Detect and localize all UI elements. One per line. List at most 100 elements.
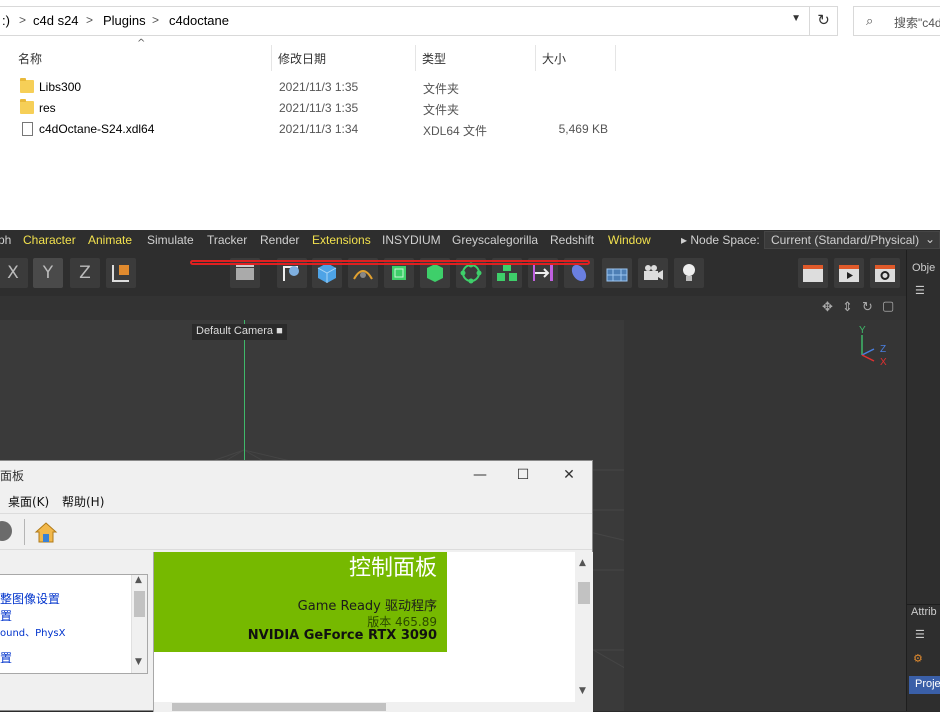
move-view-icon[interactable]: ✥ — [822, 300, 833, 315]
file-icon — [22, 122, 33, 136]
maximize-button[interactable]: ☐ — [503, 463, 543, 487]
column-header-name[interactable]: 名称 — [13, 45, 272, 71]
project-item[interactable]: Proje — [909, 676, 940, 694]
scrollbar-thumb[interactable] — [172, 703, 386, 711]
right-panel: Obje ☰ Attrib ☰ ⚙ Proje — [906, 250, 940, 711]
maximize-view-icon[interactable]: ▢ — [882, 299, 894, 314]
menu-window[interactable]: Window — [608, 233, 651, 247]
floor-button[interactable] — [602, 258, 632, 288]
breadcrumb-root[interactable]: :) — [2, 13, 10, 28]
breadcrumb-c4doctane[interactable]: c4doctane — [169, 13, 229, 28]
viewport-header: ✥ ⇕ ↻ ▢ — [0, 296, 906, 320]
y-axis-lock-button[interactable]: Y — [33, 258, 63, 288]
tree-item-physx[interactable]: ound、PhysX — [0, 624, 66, 639]
breadcrumb-c4d-s24[interactable]: c4d s24 — [33, 13, 79, 28]
file-name: c4dOctane-S24.xdl64 — [39, 122, 155, 136]
camera-icon: ■ — [276, 325, 283, 337]
home-icon[interactable] — [33, 520, 59, 544]
menu-character[interactable]: Character — [23, 233, 76, 247]
menu-tracker[interactable]: Tracker — [207, 233, 247, 247]
close-button[interactable]: ✕ — [549, 463, 589, 487]
breadcrumb-plugins[interactable]: Plugins — [103, 13, 146, 28]
coordinate-system-button[interactable] — [106, 258, 136, 288]
viewport-panel-shade — [624, 320, 906, 711]
file-row[interactable]: Libs300 2021/11/3 1:35 文件夹 — [0, 77, 640, 98]
light-button[interactable] — [674, 258, 704, 288]
hamburger-icon[interactable]: ☰ — [915, 628, 925, 641]
menu-desktop[interactable]: 桌面(K) — [8, 493, 49, 510]
scroll-down-icon[interactable]: ▼ — [579, 686, 586, 696]
x-axis-lock-button[interactable]: X — [0, 258, 28, 288]
nvidia-toolbar — [0, 513, 592, 550]
menu-greyscalegorilla[interactable]: Greyscalegorilla — [452, 233, 538, 247]
breadcrumb-separator: > — [152, 13, 160, 27]
column-header-type[interactable]: 类型 — [417, 45, 536, 71]
refresh-icon[interactable]: ↻ — [809, 7, 837, 35]
axis-label-x: X — [880, 357, 887, 368]
scroll-up-icon[interactable]: ▲ — [135, 575, 142, 585]
scroll-down-icon[interactable]: ▼ — [135, 657, 142, 667]
hamburger-icon[interactable]: ☰ — [915, 284, 925, 297]
attributes-tab[interactable]: Attrib — [911, 606, 937, 618]
breadcrumb-separator: > — [86, 13, 94, 27]
rotate-view-icon[interactable]: ↻ — [862, 300, 873, 315]
file-type: 文件夹 — [423, 103, 460, 117]
driver-label: Game Ready 驱动程序 — [297, 599, 437, 614]
menu-render[interactable]: Render — [260, 233, 299, 247]
clapper-icon — [803, 265, 823, 282]
panel-divider — [907, 604, 940, 605]
objects-tab[interactable]: Obje — [912, 262, 935, 274]
menu-help[interactable]: 帮助(H) — [62, 493, 104, 510]
scale-view-icon[interactable]: ⇕ — [842, 300, 853, 315]
file-name: res — [39, 101, 56, 115]
toolbar-separator — [24, 519, 25, 545]
camera-button[interactable] — [638, 258, 668, 288]
chevron-down-icon[interactable]: ▼ — [791, 13, 801, 24]
chevron-down-icon: ⌄ — [924, 232, 935, 246]
tree-item-image-settings[interactable]: 整图像设置 — [0, 590, 60, 607]
z-axis-lock-button[interactable]: Z — [70, 258, 100, 288]
axis-label-z: Z — [880, 344, 887, 355]
gpu-name: NVIDIA GeForce RTX 3090 — [247, 628, 437, 643]
axis-label-y: Y — [859, 325, 866, 336]
tree-item-settings[interactable]: 置 — [0, 607, 12, 624]
node-space-select[interactable]: Current (Standard/Physical) ⌄ — [764, 231, 940, 249]
camera-label-text: Default Camera — [196, 325, 274, 337]
file-row[interactable]: c4dOctane-S24.xdl64 2021/11/3 1:34 XDL64… — [0, 119, 640, 140]
minimize-button[interactable]: — — [460, 463, 500, 487]
address-bar[interactable]: :) > c4d s24 > Plugins > c4doctane ▼ ↻ — [0, 6, 838, 36]
render-to-picture-viewer-button[interactable] — [834, 258, 864, 288]
menu-extensions[interactable]: Extensions — [312, 233, 371, 247]
file-date: 2021/11/3 1:35 — [279, 80, 359, 94]
search-placeholder: 搜索"c4d — [894, 16, 940, 30]
camera-label[interactable]: Default Camera ■ — [192, 324, 287, 340]
light-bulb-icon — [683, 264, 695, 281]
menu-redshift[interactable]: Redshift — [550, 233, 594, 247]
menu-item[interactable]: ph — [0, 233, 11, 247]
column-header-size[interactable]: 大小 — [537, 45, 616, 71]
content-vertical-scrollbar[interactable]: ▲ ▼ — [575, 552, 593, 712]
gear-clapper-icon — [875, 265, 895, 282]
column-header-date[interactable]: 修改日期 — [273, 45, 416, 71]
file-row[interactable]: res 2021/11/3 1:35 文件夹 — [0, 98, 640, 119]
scroll-up-icon[interactable]: ▲ — [579, 558, 586, 568]
tree-scrollbar[interactable]: ▲ ▼ — [131, 575, 147, 673]
folder-icon — [20, 78, 34, 93]
content-panel: 控制面板 Game Ready 驱动程序 版本 465.89 NVIDIA Ge… — [153, 552, 593, 712]
menu-simulate[interactable]: Simulate — [147, 233, 194, 247]
coordinate-system-icon — [112, 265, 129, 282]
scrollbar-thumb[interactable] — [578, 582, 590, 604]
search-input[interactable]: ⌕ 搜索"c4d — [853, 6, 940, 36]
file-type: XDL64 文件 — [423, 124, 488, 138]
banner-title: 控制面板 — [348, 556, 437, 581]
render-view-button[interactable] — [798, 258, 828, 288]
file-type: 文件夹 — [423, 82, 460, 96]
render-settings-button[interactable] — [870, 258, 900, 288]
scrollbar-thumb[interactable] — [134, 591, 145, 617]
menu-insydium[interactable]: INSYDIUM — [382, 233, 441, 247]
file-name: Libs300 — [39, 80, 82, 94]
red-underline-annotation — [190, 260, 590, 265]
tree-item-settings-2[interactable]: 置 — [0, 649, 12, 666]
menu-animate[interactable]: Animate — [88, 233, 132, 247]
node-space-value: Current (Standard/Physical) — [771, 233, 920, 247]
